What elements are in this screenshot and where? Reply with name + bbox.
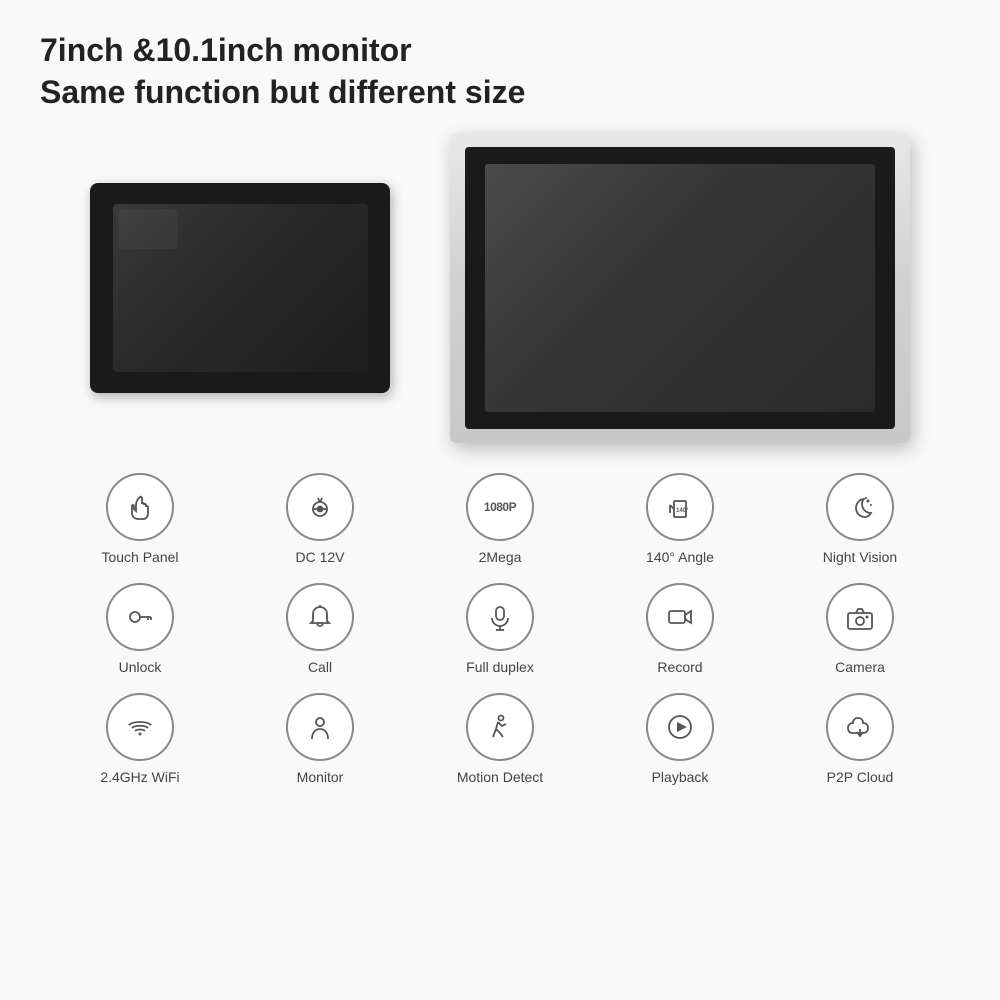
feature-140-angle: 140° 140° Angle (600, 473, 760, 565)
key-icon (124, 601, 156, 633)
angle-icon: 140° (664, 491, 696, 523)
1080p-text: 1080P (484, 500, 516, 514)
night-vision-icon-circle (826, 473, 894, 541)
feature-record: Record (600, 583, 760, 675)
power-icon (304, 491, 336, 523)
touch-panel-label: Touch Panel (101, 549, 178, 565)
motion-detect-icon-circle (466, 693, 534, 761)
feature-night-vision: Night Vision (780, 473, 940, 565)
feature-dc-12v: DC 12V (240, 473, 400, 565)
wifi-label: 2.4GHz WiFi (100, 769, 179, 785)
p2p-cloud-icon-circle (826, 693, 894, 761)
feature-2mega: 1080P 2Mega (420, 473, 580, 565)
feature-camera: Camera (780, 583, 940, 675)
feature-call: Call (240, 583, 400, 675)
wifi-icon-circle (106, 693, 174, 761)
wifi-icon (124, 711, 156, 743)
record-label: Record (657, 659, 702, 675)
unlock-icon-circle (106, 583, 174, 651)
page: 7inch &10.1inch monitor Same function bu… (0, 0, 1000, 1000)
camera-icon (844, 601, 876, 633)
p2p-cloud-label: P2P Cloud (827, 769, 894, 785)
monitor-10inch-screen (485, 164, 875, 412)
monitors-section (40, 133, 960, 443)
playback-label: Playback (652, 769, 709, 785)
140-angle-label: 140° Angle (646, 549, 714, 565)
feature-full-duplex: Full duplex (420, 583, 580, 675)
page-title: 7inch &10.1inch monitor Same function bu… (40, 30, 960, 113)
2mega-icon-circle: 1080P (466, 473, 534, 541)
feature-playback: Playback (600, 693, 760, 785)
dc-12v-icon-circle (286, 473, 354, 541)
playback-icon-circle (646, 693, 714, 761)
cloud-icon (844, 711, 876, 743)
features-row-1: Touch Panel DC 12V 1080P (50, 473, 950, 565)
feature-wifi: 2.4GHz WiFi (60, 693, 220, 785)
night-vision-label: Night Vision (823, 549, 897, 565)
full-duplex-label: Full duplex (466, 659, 534, 675)
camera-icon-circle (826, 583, 894, 651)
motion-detect-label: Motion Detect (457, 769, 543, 785)
touch-panel-icon-circle (106, 473, 174, 541)
mic-icon (484, 601, 516, 633)
monitor-icon-circle (286, 693, 354, 761)
features-row-3: 2.4GHz WiFi Monitor (50, 693, 950, 785)
2mega-label: 2Mega (479, 549, 522, 565)
monitor-10inch-bezel (465, 147, 895, 429)
call-label: Call (308, 659, 332, 675)
call-icon-circle (286, 583, 354, 651)
video-icon (664, 601, 696, 633)
unlock-label: Unlock (119, 659, 162, 675)
features-section: Touch Panel DC 12V 1080P (40, 473, 960, 785)
moon-icon (844, 491, 876, 523)
feature-p2p-cloud: P2P Cloud (780, 693, 940, 785)
140-angle-icon-circle: 140° (646, 473, 714, 541)
title-section: 7inch &10.1inch monitor Same function bu… (40, 30, 960, 113)
svg-text:140°: 140° (676, 508, 689, 514)
monitor-7inch-screen (113, 204, 368, 372)
walk-icon (484, 711, 516, 743)
monitor-7inch (90, 183, 390, 393)
feature-touch-panel: Touch Panel (60, 473, 220, 565)
full-duplex-icon-circle (466, 583, 534, 651)
record-icon-circle (646, 583, 714, 651)
play-icon (664, 711, 696, 743)
feature-unlock: Unlock (60, 583, 220, 675)
feature-motion-detect: Motion Detect (420, 693, 580, 785)
touch-icon (124, 491, 156, 523)
dc-12v-label: DC 12V (295, 549, 344, 565)
monitor-10inch (450, 133, 910, 443)
bell-icon (304, 601, 336, 633)
features-row-2: Unlock Call (50, 583, 950, 675)
camera-label: Camera (835, 659, 885, 675)
feature-monitor: Monitor (240, 693, 400, 785)
person-icon (304, 711, 336, 743)
monitor-label: Monitor (297, 769, 344, 785)
